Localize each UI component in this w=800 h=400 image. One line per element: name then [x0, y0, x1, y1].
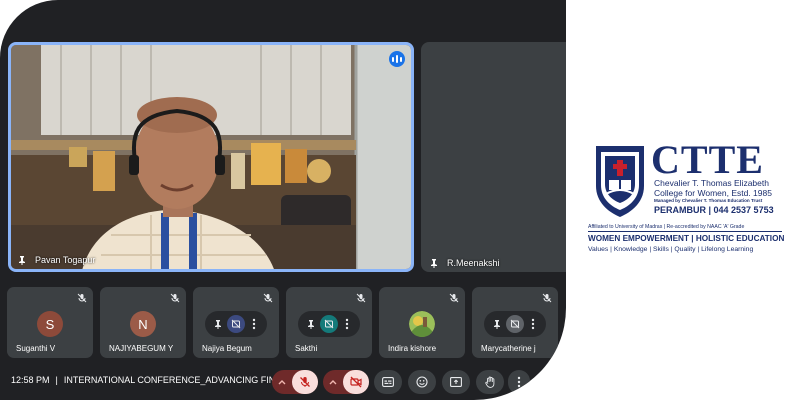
- participant-tile-r-meenakshi[interactable]: R.Meenakshi: [421, 42, 566, 272]
- tile-hover-controls: [484, 311, 546, 337]
- avatar: N: [130, 311, 156, 337]
- raise-hand-button[interactable]: [476, 370, 504, 394]
- speaker-video: [11, 45, 411, 269]
- college-logo: CTTE Chevalier T. Thomas Elizabeth Colle…: [588, 140, 788, 260]
- present-screen-button[interactable]: [442, 370, 470, 394]
- participant-name: Sakthi: [295, 344, 318, 353]
- chevron-up-icon: [278, 380, 286, 385]
- avatar: S: [37, 311, 63, 337]
- more-vert-icon: [517, 376, 521, 388]
- participant-tile[interactable]: Marycatherine j: [472, 287, 558, 358]
- location-phone: PERAMBUR | 044 2537 5753: [654, 205, 774, 215]
- pin-icon[interactable]: [17, 255, 27, 265]
- managed-by-text: Managed by Chevalier T. Thomas Education…: [654, 198, 763, 203]
- college-name-line1: Chevalier T. Thomas Elizabeth: [654, 178, 769, 188]
- participant-name: Najiya Begum: [202, 344, 252, 353]
- avatar: [409, 311, 435, 337]
- reactions-button[interactable]: [408, 370, 436, 394]
- mic-off-icon: [542, 293, 552, 303]
- captions-button[interactable]: [374, 370, 402, 394]
- hand-icon: [484, 376, 494, 388]
- video-off-icon[interactable]: [227, 315, 245, 333]
- college-brand: CTTE: [651, 137, 764, 182]
- meeting-control-bar: 12:58 PM | INTERNATIONAL CONFERENCE_ADVANC…: [0, 364, 566, 400]
- meet-window: Pavan Togapur R.Meenakshi S Suganthi V N…: [0, 0, 566, 400]
- more-options-button[interactable]: [508, 370, 530, 394]
- camera-toggle-button[interactable]: [343, 370, 369, 394]
- participant-name: Indira kishore: [388, 344, 437, 353]
- present-screen-icon: [450, 376, 462, 387]
- college-tagline: WOMEN EMPOWERMENT | HOLISTIC EDUCATION: [588, 234, 785, 243]
- captions-icon: [382, 377, 394, 387]
- more-options-icon[interactable]: [524, 315, 542, 333]
- separator: |: [55, 375, 58, 385]
- video-off-icon[interactable]: [506, 315, 524, 333]
- emoji-icon: [416, 376, 428, 388]
- microphone-toggle-button[interactable]: [292, 370, 318, 394]
- mic-off-icon: [170, 293, 180, 303]
- college-crest-icon: [596, 146, 644, 217]
- participant-name: Marycatherine j: [481, 344, 536, 353]
- mic-off-icon: [77, 293, 87, 303]
- video-off-icon[interactable]: [320, 315, 338, 333]
- speaking-indicator-icon: [389, 51, 405, 67]
- tile-hover-controls: [205, 311, 267, 337]
- pin-icon[interactable]: [429, 258, 439, 268]
- college-name-line2: College for Women, Estd. 1985: [654, 188, 772, 198]
- more-options-icon[interactable]: [245, 315, 263, 333]
- logo-divider: [588, 231, 782, 232]
- pin-icon[interactable]: [302, 315, 320, 333]
- main-tile-name: Pavan Togapur: [35, 255, 96, 265]
- participant-tile[interactable]: Najiya Begum: [193, 287, 279, 358]
- more-options-icon[interactable]: [338, 315, 356, 333]
- participant-name: Suganthi V: [16, 344, 56, 353]
- college-values: Values | Knowledge | Skills | Quality | …: [588, 246, 754, 253]
- participant-tile[interactable]: N NAJIYABEGUM Y: [100, 287, 186, 358]
- participant-tile[interactable]: S Suganthi V: [7, 287, 93, 358]
- mic-off-icon: [449, 293, 459, 303]
- participant-tile[interactable]: Indira kishore: [379, 287, 465, 358]
- meeting-title: INTERNATIONAL CONFERENCE_ADVANCING FIN..…: [63, 375, 283, 385]
- mic-off-icon: [300, 377, 310, 387]
- chevron-up-icon: [329, 380, 337, 385]
- affiliation-text: Affiliated to University of Madras | Re-…: [588, 224, 745, 230]
- main-tile-label: Pavan Togapur: [17, 255, 95, 265]
- tile-hover-controls: [298, 311, 360, 337]
- participant-name: NAJIYABEGUM Y: [109, 344, 174, 353]
- pin-icon[interactable]: [209, 315, 227, 333]
- pin-icon[interactable]: [488, 315, 506, 333]
- mic-off-icon: [356, 293, 366, 303]
- video-off-icon: [350, 376, 362, 388]
- mic-off-icon: [263, 293, 273, 303]
- participant-tile[interactable]: Sakthi: [286, 287, 372, 358]
- side-tile-name: R.Meenakshi: [447, 258, 500, 268]
- meeting-info: 12:58 PM | INTERNATIONAL CONFERENCE_ADVANC…: [11, 375, 289, 385]
- main-speaker-tile[interactable]: Pavan Togapur: [8, 42, 414, 272]
- current-time: 12:58 PM: [11, 375, 50, 385]
- side-tile-label: R.Meenakshi: [429, 258, 500, 268]
